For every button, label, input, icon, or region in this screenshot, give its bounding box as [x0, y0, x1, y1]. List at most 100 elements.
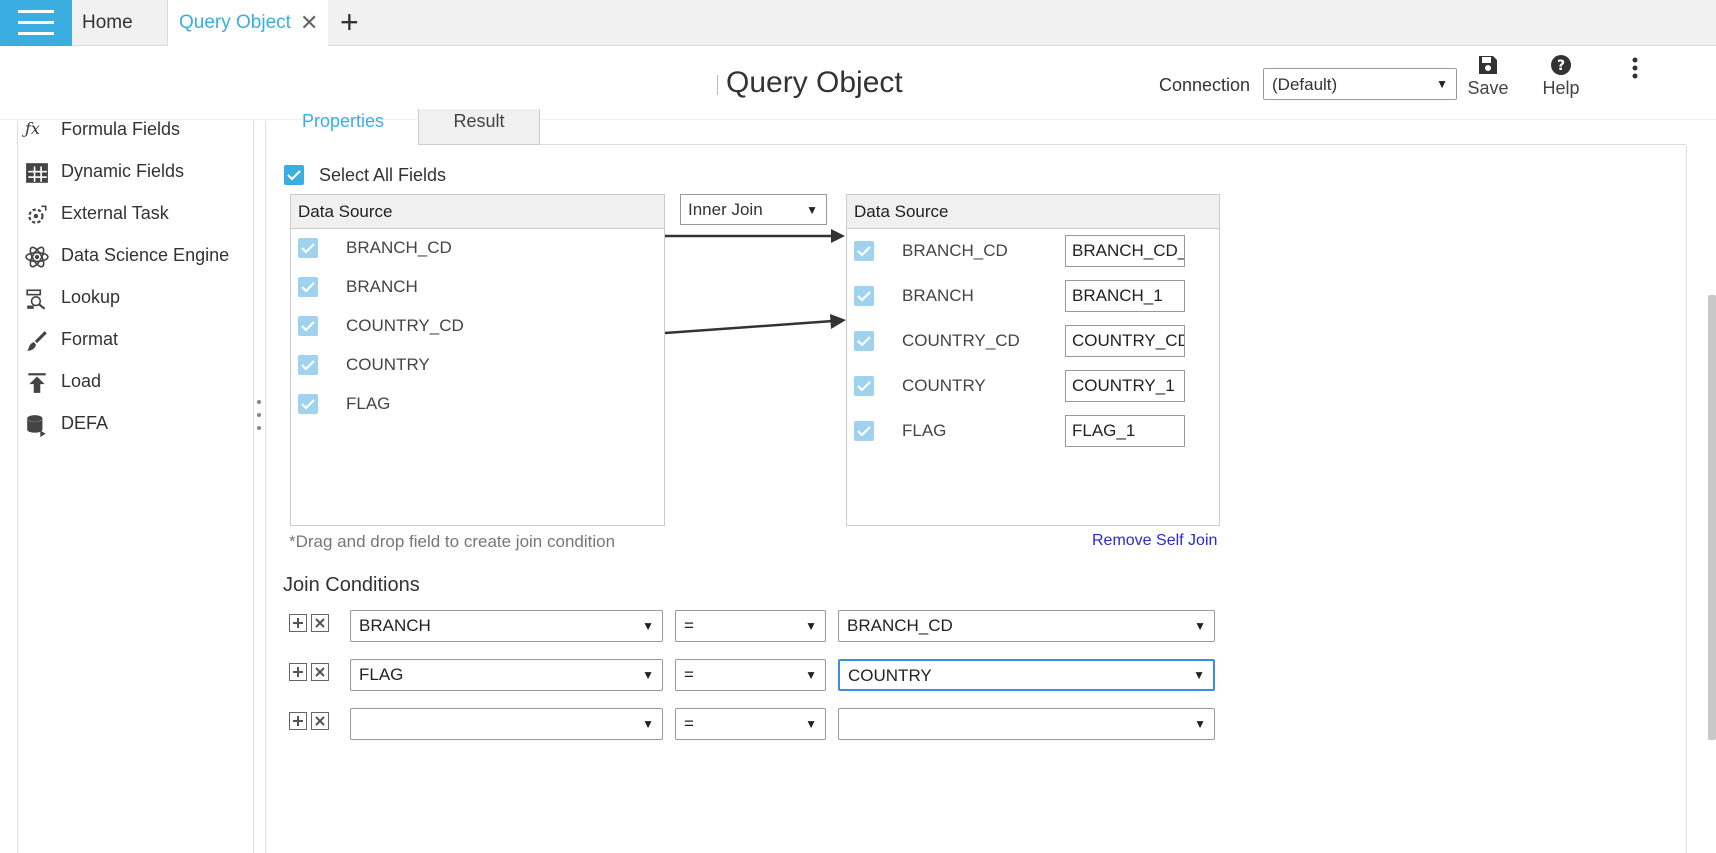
- add-condition-icon[interactable]: [289, 663, 307, 681]
- field-name: BRANCH: [902, 286, 974, 305]
- add-condition-icon[interactable]: [289, 614, 307, 632]
- tab-home[interactable]: Home: [72, 0, 168, 46]
- svg-text:?: ?: [1557, 58, 1565, 74]
- left-field-select[interactable]: FLAG ▼: [350, 659, 663, 691]
- field-checkbox[interactable]: [298, 355, 318, 375]
- vertical-scrollbar[interactable]: [1708, 295, 1716, 740]
- field-alias-input[interactable]: COUNTRY_CD: [1065, 325, 1185, 357]
- caret-down-icon: ▼: [1436, 77, 1448, 91]
- help-button-label: Help: [1542, 78, 1580, 98]
- field-alias-input[interactable]: COUNTRY_1: [1065, 370, 1185, 402]
- operator-select[interactable]: = ▼: [675, 708, 826, 740]
- join-type-select[interactable]: Inner Join ▼: [680, 194, 827, 225]
- title-divider: [717, 75, 718, 95]
- caret-down-icon: ▼: [1194, 717, 1206, 731]
- help-button[interactable]: ? Help: [1531, 54, 1591, 99]
- field-checkbox[interactable]: [298, 238, 318, 258]
- sidebar-item-label: Load: [61, 371, 102, 391]
- add-condition-icon[interactable]: [289, 712, 307, 730]
- remove-condition-icon[interactable]: [311, 614, 329, 632]
- field-alias-input[interactable]: BRANCH_1: [1065, 280, 1185, 312]
- field-name: COUNTRY: [346, 355, 430, 374]
- field-checkbox[interactable]: [854, 286, 874, 306]
- sidebar-item-format[interactable]: Format: [25, 326, 245, 366]
- sidebar-item-label: Format: [61, 329, 119, 349]
- right-field-select[interactable]: BRANCH_CD ▼: [838, 610, 1215, 642]
- field-name: COUNTRY: [902, 376, 986, 395]
- field-checkbox[interactable]: [854, 241, 874, 261]
- left-data-source-header: Data Source: [291, 195, 664, 229]
- content-right-border: [1686, 145, 1687, 853]
- tab-result[interactable]: Result: [418, 109, 540, 145]
- remove-self-join-link[interactable]: Remove Self Join: [1092, 532, 1217, 550]
- sidebar-item-dynamic-fields[interactable]: Dynamic Fields: [25, 158, 245, 198]
- operator-select[interactable]: = ▼: [675, 659, 826, 691]
- right-field-select[interactable]: COUNTRY ▼: [838, 659, 1215, 691]
- caret-down-icon: ▼: [805, 668, 817, 682]
- remove-condition-icon[interactable]: [311, 712, 329, 730]
- sidebar-item-lookup[interactable]: Lookup: [25, 284, 245, 324]
- sidebar-item-load[interactable]: Load: [25, 368, 245, 408]
- caret-down-icon: ▼: [1194, 619, 1206, 633]
- left-field-select[interactable]: ▼: [350, 708, 663, 740]
- field-checkbox[interactable]: [298, 316, 318, 336]
- sidebar-item-formula-fields[interactable]: ƒx Formula Fields: [25, 116, 245, 156]
- tab-query-object-label: Query Object: [179, 12, 291, 33]
- function-icon: ƒx: [25, 119, 40, 138]
- field-checkbox[interactable]: [854, 376, 874, 396]
- sidebar-item-external-task[interactable]: External Task: [25, 200, 245, 240]
- paintbrush-icon: [27, 331, 47, 351]
- connection-select-value: (Default): [1272, 75, 1338, 94]
- tab-properties[interactable]: Properties: [268, 109, 418, 145]
- hamburger-menu-button[interactable]: [0, 0, 72, 46]
- right-data-source-header: Data Source: [847, 195, 1219, 229]
- field-name: BRANCH_CD: [902, 241, 1008, 260]
- tab-home-label: Home: [82, 12, 133, 33]
- add-tab-icon[interactable]: +: [340, 4, 359, 40]
- content-left-border: [265, 121, 266, 853]
- field-name: COUNTRY_CD: [902, 331, 1020, 350]
- caret-down-icon: ▼: [1193, 668, 1205, 682]
- operator-value: =: [684, 665, 694, 684]
- sidebar-item-label: Dynamic Fields: [61, 161, 185, 181]
- right-field-select[interactable]: ▼: [838, 708, 1215, 740]
- connection-select[interactable]: (Default) ▼: [1263, 68, 1457, 100]
- operator-select[interactable]: = ▼: [675, 610, 826, 642]
- field-checkbox[interactable]: [298, 394, 318, 414]
- left-data-source-panel: Data Source BRANCH_CD BRANCH COUNTRY_CD …: [290, 194, 665, 526]
- tab-properties-label: Properties: [301, 111, 385, 131]
- save-button[interactable]: Save: [1458, 54, 1518, 99]
- remove-condition-icon[interactable]: [311, 663, 329, 681]
- connection-label: Connection: [1159, 75, 1251, 95]
- select-all-checkbox[interactable]: [284, 165, 304, 185]
- left-field-select[interactable]: BRANCH ▼: [350, 610, 663, 642]
- table-columns-icon: [26, 163, 48, 183]
- sidebar-item-data-science-engine[interactable]: Data Science Engine: [25, 242, 245, 282]
- field-name: COUNTRY_CD: [346, 316, 464, 335]
- caret-down-icon: ▼: [806, 202, 818, 217]
- drag-drop-hint: *Drag and drop field to create join cond…: [289, 532, 616, 551]
- database-icon: [27, 415, 46, 437]
- sidebar-item-label: External Task: [61, 203, 169, 223]
- tab-result-label: Result: [453, 111, 505, 131]
- sidebar-item-defa[interactable]: DEFA: [25, 410, 245, 450]
- caret-down-icon: ▼: [805, 717, 817, 731]
- field-name: FLAG: [902, 421, 947, 440]
- field-checkbox[interactable]: [854, 421, 874, 441]
- caret-down-icon: ▼: [642, 717, 654, 731]
- field-checkbox[interactable]: [854, 331, 874, 351]
- field-alias-input[interactable]: FLAG_1: [1065, 415, 1185, 447]
- help-circle-icon: ?: [1551, 55, 1571, 75]
- join-condition-row: ▼ = ▼ ▼: [289, 708, 1219, 742]
- gear-person-icon: [28, 205, 47, 224]
- field-name: FLAG: [346, 394, 391, 413]
- operator-value: =: [684, 714, 694, 733]
- sidebar-resize-handle[interactable]: [256, 400, 262, 440]
- lookup-icon: [26, 289, 46, 310]
- right-field-value: COUNTRY: [848, 666, 932, 685]
- field-alias-input[interactable]: BRANCH_CD_: [1065, 235, 1185, 267]
- left-field-value: FLAG: [359, 665, 404, 684]
- close-tab-icon[interactable]: ✕: [300, 12, 318, 34]
- field-checkbox[interactable]: [298, 277, 318, 297]
- more-options-icon[interactable]: [1620, 56, 1650, 85]
